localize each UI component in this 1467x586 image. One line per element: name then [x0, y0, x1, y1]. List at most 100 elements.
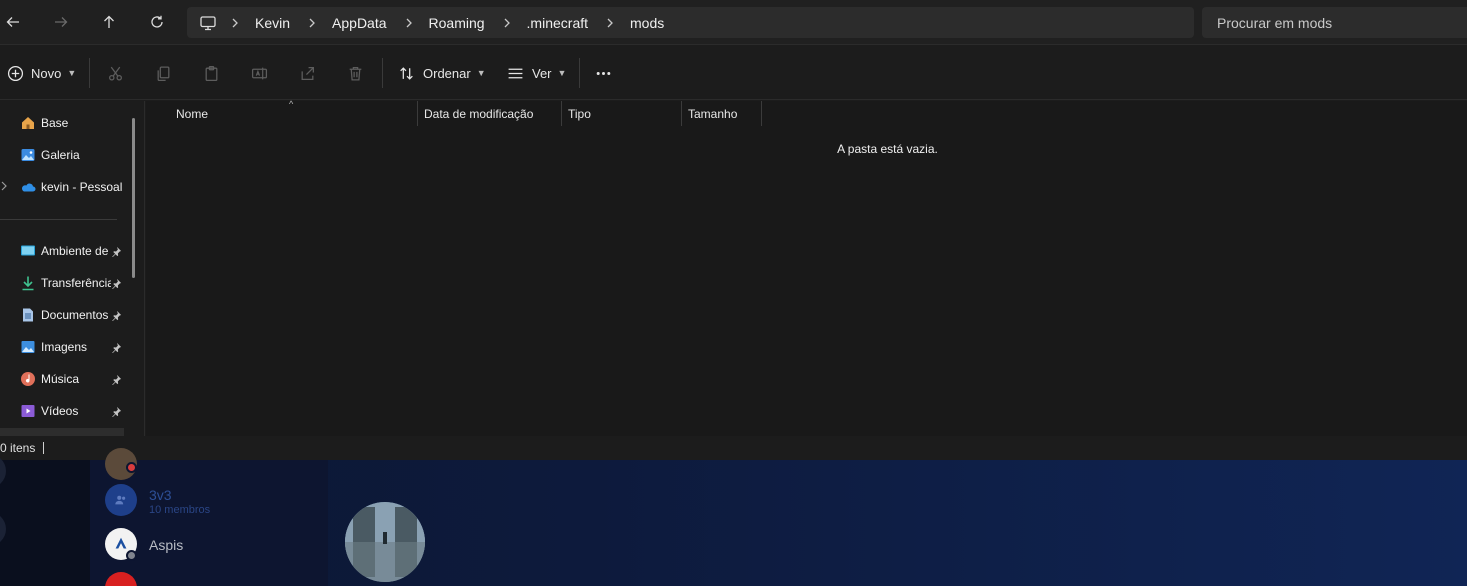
pin-icon[interactable]	[111, 374, 122, 385]
chevron-right-icon[interactable]	[0, 180, 8, 194]
sidebar-item-downloads[interactable]: Transferência	[0, 268, 128, 298]
onedrive-icon	[20, 179, 36, 195]
sidebar-item-label: Música	[41, 372, 80, 386]
pin-icon[interactable]	[111, 342, 122, 353]
more-icon[interactable]	[595, 59, 612, 87]
view-button-label: Ver	[532, 65, 552, 81]
breadcrumb-item[interactable]: Roaming	[425, 15, 489, 31]
forward-arrow-icon[interactable]	[48, 9, 74, 35]
chevron-down-icon: ▼	[557, 68, 567, 78]
toolbar-divider	[89, 58, 90, 88]
rename-icon[interactable]	[251, 59, 268, 87]
view-button[interactable]: Ver ▼	[507, 59, 566, 87]
back-arrow-icon[interactable]	[0, 9, 26, 35]
videos-icon	[20, 403, 36, 419]
sidebar-item-label: kevin - Pessoal	[41, 180, 123, 194]
refresh-icon[interactable]	[144, 9, 170, 35]
server-icon[interactable]	[0, 512, 6, 546]
sidebar-divider	[0, 219, 117, 220]
music-icon	[20, 371, 36, 387]
gallery-icon	[20, 147, 36, 163]
sort-ascending-icon: ^	[289, 99, 294, 109]
status-offline-icon	[126, 550, 137, 561]
server-icon[interactable]	[0, 454, 6, 488]
sidebar-item-home[interactable]: Base	[0, 108, 128, 138]
view-list-icon	[508, 68, 523, 78]
server-rail	[0, 454, 90, 586]
pin-icon[interactable]	[111, 246, 122, 257]
sort-button[interactable]: Ordenar ▼	[398, 59, 486, 87]
new-button[interactable]: Novo ▼	[7, 59, 76, 87]
column-header-type[interactable]: Tipo	[568, 101, 591, 126]
sidebar-item-label: Vídeos	[41, 404, 79, 418]
sidebar-item-videos[interactable]: Vídeos	[0, 396, 128, 426]
avatar[interactable]	[105, 572, 137, 586]
command-bar: Novo ▼ Ordenar ▼ Ver ▼	[0, 46, 1467, 100]
status-bar: 0 itens	[0, 436, 1467, 460]
new-button-label: Novo	[31, 65, 62, 81]
desktop-icon	[20, 243, 36, 259]
copy-icon[interactable]	[155, 59, 172, 87]
column-divider[interactable]	[417, 101, 418, 126]
download-icon	[20, 275, 36, 291]
breadcrumb-item[interactable]: Kevin	[251, 15, 294, 31]
chevron-right-icon[interactable]	[403, 17, 415, 29]
file-explorer-window: Kevin AppData Roaming .minecraft mods Pr…	[0, 0, 1467, 460]
search-input[interactable]: Procurar em mods	[1202, 7, 1467, 38]
paste-icon[interactable]	[203, 59, 220, 87]
sidebar-scrollbar[interactable]	[132, 118, 135, 278]
pin-icon[interactable]	[111, 278, 122, 289]
chevron-down-icon: ▼	[476, 68, 486, 78]
up-arrow-icon[interactable]	[96, 9, 122, 35]
chevron-right-icon[interactable]	[501, 17, 513, 29]
breadcrumb-item[interactable]: AppData	[328, 15, 390, 31]
dm-name[interactable]: Aspis	[149, 537, 183, 553]
plus-circle-icon	[7, 65, 24, 81]
search-placeholder: Procurar em mods	[1217, 14, 1333, 31]
sidebar-item-onedrive[interactable]: kevin - Pessoal	[0, 172, 128, 202]
column-divider[interactable]	[561, 101, 562, 126]
sidebar-item-label: Ambiente de	[41, 244, 109, 258]
sort-button-label: Ordenar	[423, 65, 471, 81]
chevron-right-icon[interactable]	[604, 17, 616, 29]
sidebar-item-gallery[interactable]: Galeria	[0, 140, 128, 170]
documents-icon	[20, 307, 36, 323]
sidebar-item-pictures[interactable]: Imagens	[0, 332, 128, 362]
navigation-pane: Base Galeria kevin - Pessoal Ambiente de	[0, 101, 145, 436]
sidebar-item-documents[interactable]: Documentos	[0, 300, 128, 330]
pin-icon[interactable]	[111, 406, 122, 417]
dm-subtitle: 10 membros	[149, 504, 211, 516]
column-header-size[interactable]: Tamanho	[688, 101, 737, 126]
profile-avatar[interactable]	[345, 502, 425, 582]
chevron-right-icon[interactable]	[306, 17, 318, 29]
pin-icon[interactable]	[111, 310, 122, 321]
sidebar-item-label: Base	[41, 116, 69, 130]
breadcrumb-item[interactable]: .minecraft	[523, 15, 592, 31]
file-list: ^ Nome Data de modificação Tipo Tamanho …	[146, 99, 1467, 436]
sidebar-item-partial[interactable]	[0, 428, 124, 436]
discord-window: 3v3 10 membros Aspis	[0, 448, 1467, 586]
dm-list: 3v3 10 membros Aspis	[90, 448, 328, 586]
sidebar-item-label: Documentos	[41, 308, 109, 322]
share-icon[interactable]	[299, 59, 316, 87]
empty-folder-message: A pasta está vazia.	[837, 142, 938, 156]
chevron-down-icon: ▼	[67, 68, 77, 78]
sidebar-item-desktop[interactable]: Ambiente de	[0, 236, 128, 266]
column-header-name[interactable]: Nome	[176, 101, 208, 126]
cut-icon[interactable]	[107, 59, 124, 87]
column-header-modified[interactable]: Data de modificação	[424, 101, 533, 126]
home-icon	[20, 115, 36, 131]
dm-name[interactable]: 3v3	[149, 487, 172, 503]
breadcrumb[interactable]: Kevin AppData Roaming .minecraft mods	[187, 7, 1194, 38]
sidebar-item-music[interactable]: Música	[0, 364, 128, 394]
chevron-right-icon[interactable]	[229, 17, 241, 29]
delete-icon[interactable]	[347, 59, 364, 87]
breadcrumb-item-current[interactable]: mods	[626, 15, 668, 31]
group-dm-icon[interactable]	[105, 484, 137, 516]
pictures-icon	[20, 339, 36, 355]
status-divider	[43, 442, 45, 454]
toolbar-divider	[579, 58, 580, 88]
column-divider[interactable]	[761, 101, 762, 126]
this-pc-icon[interactable]	[199, 14, 217, 32]
column-divider[interactable]	[681, 101, 682, 126]
